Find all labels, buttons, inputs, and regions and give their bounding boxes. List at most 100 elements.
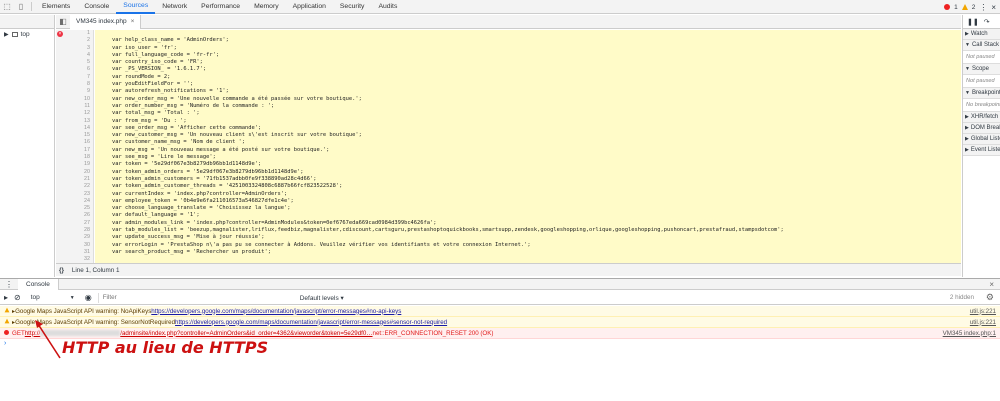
line-number[interactable]: 25 — [56, 205, 93, 212]
message-source[interactable]: VM345 index.php:1 — [943, 330, 996, 337]
line-number[interactable]: 22 — [56, 183, 93, 190]
code-line[interactable]: var see_order_msg = 'Afficher cette comm… — [95, 124, 961, 133]
line-number[interactable]: 24 — [56, 198, 93, 205]
navigator-item-top[interactable]: ▶ top — [0, 29, 54, 40]
code-editor[interactable]: 1 2 3 4 5 6 7 8 9 10 11 12 13 14 15 16 17 18 19 20 21 22 23 24 2… — [56, 30, 961, 263]
line-number[interactable]: 5 — [56, 59, 93, 66]
line-number-gutter[interactable]: 1 2 3 4 5 6 7 8 9 10 11 12 13 14 15 16 17 18 19 20 21 22 23 24 2… — [56, 30, 94, 263]
line-number[interactable]: 23 — [56, 191, 93, 198]
message-link[interactable]: https://developers.google.com/maps/docum… — [151, 308, 401, 315]
pretty-print-icon[interactable]: {} — [59, 267, 64, 274]
code-line[interactable]: var autorefresh_notifications = '1'; — [95, 88, 961, 96]
filter-input[interactable] — [97, 292, 288, 303]
line-number[interactable]: 16 — [56, 139, 93, 146]
line-number[interactable]: 14 — [56, 125, 93, 132]
tab-elements[interactable]: Elements — [35, 0, 77, 14]
code-line[interactable]: var employee_token = '0b4e9e6fa211016573… — [95, 197, 961, 206]
line-number[interactable]: 12 — [56, 110, 93, 117]
line-number[interactable]: 31 — [56, 249, 93, 256]
code-line[interactable]: var roundMode = 2; — [95, 73, 961, 82]
step-over-icon[interactable]: ↷ — [984, 18, 990, 26]
close-devtools-icon[interactable]: × — [991, 3, 996, 12]
code-line[interactable]: var help_class_name = 'AdminOrders'; — [95, 37, 961, 45]
line-number[interactable]: 15 — [56, 132, 93, 139]
debugger-section-header[interactable]: ▼Breakpoints — [963, 88, 1000, 99]
code-line[interactable]: var update_success_msg = 'Mise à jour ré… — [95, 234, 961, 242]
context-selector[interactable]: top ▼ — [27, 293, 79, 303]
line-number[interactable]: 8 — [56, 81, 93, 88]
code-line[interactable]: var token_admin_orders = '5e29df067e3b82… — [95, 168, 961, 176]
clear-console-icon[interactable]: ⊘ — [14, 293, 21, 302]
debugger-section-header[interactable]: ▶Event Listener — [963, 145, 1000, 156]
code-line[interactable]: var iso_user = 'fr'; — [95, 44, 961, 52]
debugger-section-header[interactable]: ▶Global Listeners — [963, 134, 1000, 145]
line-number[interactable]: 7 — [56, 74, 93, 81]
code-line[interactable]: var new_msg = 'Un nouveau message a été … — [95, 146, 961, 155]
code-line[interactable]: var total_msg = 'Total : '; — [95, 110, 961, 118]
code-line[interactable]: var country_iso_code = 'FR'; — [95, 59, 961, 67]
line-number[interactable]: 27 — [56, 220, 93, 227]
tab-sources[interactable]: Sources — [116, 0, 156, 14]
pause-icon[interactable]: ❚❚ — [967, 18, 979, 26]
line-number[interactable]: 29 — [56, 234, 93, 241]
line-number[interactable]: 11 — [56, 103, 93, 110]
tab-audits[interactable]: Audits — [371, 0, 404, 14]
issue-counters[interactable]: 1 2 ⋮ × — [944, 0, 996, 14]
code-line[interactable]: var choose_language_translate = 'Choisis… — [95, 205, 961, 213]
message-link[interactable]: https://developers.google.com/maps/docum… — [175, 319, 447, 326]
code-area[interactable]: var help_class_name = 'AdminOrders'; var… — [95, 30, 961, 263]
code-line[interactable]: var new_customer_msg = 'Un nouveau clien… — [95, 132, 961, 140]
message-source[interactable]: util.js:221 — [970, 319, 996, 326]
debugger-section-header[interactable]: ▶ XHR/fetch — [963, 112, 1000, 123]
code-line[interactable]: var search_product_msg = 'Rechercher un … — [95, 248, 961, 257]
line-number[interactable]: 28 — [56, 227, 93, 234]
tab-memory[interactable]: Memory — [247, 0, 286, 14]
device-toolbar-icon[interactable]: ▯ — [14, 0, 28, 14]
line-number[interactable]: 3 — [56, 45, 93, 52]
line-number[interactable]: 19 — [56, 161, 93, 168]
message-link-end[interactable]: /adminsite/index.php?controller=AdminOrd… — [120, 330, 372, 337]
drawer-tab-console[interactable]: Console — [18, 278, 59, 290]
code-line[interactable]: var admin_modules_link = 'index.php?cont… — [95, 219, 961, 228]
line-number[interactable]: 13 — [56, 118, 93, 125]
line-number[interactable]: 4 — [56, 52, 93, 59]
code-line[interactable]: var currentIndex = 'index.php?controller… — [95, 190, 961, 198]
line-number[interactable]: 32 — [56, 256, 93, 263]
line-number[interactable]: 18 — [56, 154, 93, 161]
code-line[interactable]: var token_admin_customers = '71fb1537adb… — [95, 175, 961, 184]
eye-icon[interactable]: ◉ — [85, 293, 92, 302]
line-number[interactable]: 26 — [56, 212, 93, 219]
line-number[interactable]: 10 — [56, 96, 93, 103]
line-number[interactable]: 17 — [56, 147, 93, 154]
sidebar-toggle-icon[interactable]: ▸ — [4, 293, 8, 302]
line-number[interactable]: 20 — [56, 169, 93, 176]
tab-application[interactable]: Application — [286, 0, 333, 14]
tab-network[interactable]: Network — [155, 0, 194, 14]
console-message-warning[interactable]: ▸Google Maps JavaScript API warning: NoA… — [0, 306, 1000, 317]
tab-console[interactable]: Console — [77, 0, 116, 14]
debugger-section-header[interactable]: ▼ Scope — [963, 64, 1000, 75]
code-line[interactable]: var _PS_VERSION_ = '1.6.1.7'; — [95, 66, 961, 74]
console-message-warning[interactable]: ▸Google Maps JavaScript API warning: Sen… — [0, 317, 1000, 328]
code-line[interactable]: var new_order_msg = 'Une nouvelle comman… — [95, 95, 961, 103]
tab-performance[interactable]: Performance — [194, 0, 247, 14]
code-line[interactable]: var errorLogin = 'PrestaShop n\'a pas pu… — [95, 241, 961, 249]
gear-icon[interactable]: ⚙ — [986, 292, 994, 303]
code-line[interactable]: var full_language_code = 'fr-fr'; — [95, 51, 961, 60]
code-line[interactable]: var from_msg = 'Du : '; — [95, 117, 961, 125]
debugger-section-header[interactable]: ▶ Watch — [963, 29, 1000, 40]
line-number[interactable]: 6 — [56, 66, 93, 73]
code-line[interactable] — [95, 256, 961, 263]
code-line[interactable] — [95, 30, 961, 38]
code-line[interactable]: var see_msg = 'Lire le message'; — [95, 154, 961, 162]
more-options-icon[interactable]: ⋮ — [979, 3, 987, 12]
error-marker-icon[interactable]: × — [57, 31, 63, 37]
code-line[interactable]: var order_number_msg = 'Numéro de la com… — [95, 102, 961, 111]
code-line[interactable]: var customer_name_msg = 'Nom de client '… — [95, 139, 961, 147]
line-number[interactable]: 2 — [56, 37, 93, 44]
debugger-section-header[interactable]: ▼ Call Stack — [963, 40, 1000, 51]
file-tab[interactable]: VM345 index.php × — [70, 14, 142, 29]
inspect-element-icon[interactable]: ⬚ — [0, 0, 14, 14]
toggle-navigator-icon[interactable]: ◧ — [56, 15, 70, 29]
line-number[interactable]: 30 — [56, 242, 93, 249]
